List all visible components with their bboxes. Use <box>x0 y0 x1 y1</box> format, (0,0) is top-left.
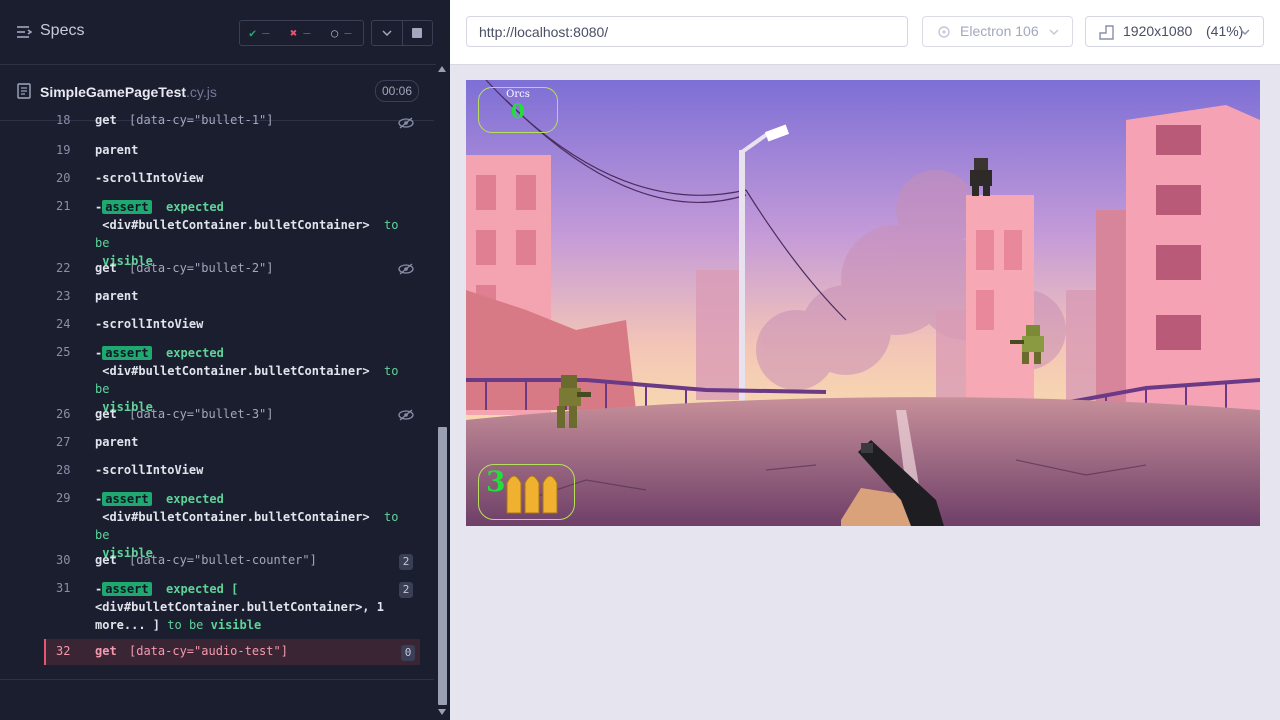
check-icon: ✔ <box>249 26 257 40</box>
chevron-down-icon <box>382 30 392 36</box>
chevron-down-icon <box>1240 29 1250 35</box>
assert-badge: assert <box>102 582 152 596</box>
pending-stat: ○ — <box>331 26 352 40</box>
command-row[interactable]: 18 get [data-cy="bullet-1"] <box>0 113 420 133</box>
command-list: 18 get [data-cy="bullet-1"] 19 parent 20… <box>0 113 434 679</box>
scroll-up-arrow-icon[interactable] <box>438 66 446 72</box>
failed-stat: ✖ — <box>290 26 311 40</box>
assert-badge: assert <box>102 346 152 360</box>
assert-row[interactable]: 25 - assert expected <div#bulletContainer… <box>0 345 420 414</box>
cross-icon: ✖ <box>290 26 298 40</box>
eye-slash-icon <box>398 117 414 129</box>
passed-stat: ✔ — <box>249 26 270 40</box>
command-row[interactable]: 26 get [data-cy="bullet-3"] <box>0 407 420 427</box>
scroll-down-arrow-icon[interactable] <box>438 709 446 715</box>
divider <box>0 679 434 680</box>
command-row[interactable]: 22 get [data-cy="bullet-2"] <box>0 261 420 281</box>
chevron-down-icon <box>1049 29 1059 35</box>
center-building <box>966 195 1034 405</box>
command-row-active[interactable]: 32 get [data-cy="audio-test"] 0 <box>44 639 420 665</box>
command-row[interactable]: 20 -scrollIntoView <box>0 171 420 191</box>
specs-list-icon[interactable] <box>17 25 33 39</box>
command-row[interactable]: 27 parent <box>0 435 420 455</box>
command-row[interactable]: 24 -scrollIntoView <box>0 317 420 337</box>
command-row[interactable]: 28 -scrollIntoView <box>0 463 420 483</box>
count-badge: 0 <box>401 645 415 661</box>
stop-icon <box>412 28 423 38</box>
url-field[interactable]: http://localhost:8080/ <box>466 16 908 47</box>
spec-file-name[interactable]: SimpleGamePageTest.cy.js <box>40 84 217 100</box>
document-icon <box>17 83 31 99</box>
count-badge: 2 <box>399 554 413 570</box>
reporter-header: Specs ✔ — ✖ — ○ — <box>0 0 450 65</box>
ruler-icon <box>1099 25 1114 40</box>
ammo-count: 3 <box>486 465 506 498</box>
viewport-select[interactable]: 1920x1080 (41%) <box>1085 16 1264 47</box>
assert-row[interactable]: 21 - assert expected <div#bulletContainer… <box>0 199 420 268</box>
stop-button[interactable] <box>401 21 433 45</box>
count-badge: 2 <box>399 582 413 598</box>
browser-gear-icon <box>938 26 950 38</box>
browser-header: http://localhost:8080/ Electron 106 1920… <box>450 0 1280 65</box>
orcs-count: 0 <box>511 99 525 123</box>
pending-icon: ○ <box>331 26 339 40</box>
duration-badge: 00:06 <box>375 80 419 102</box>
orcs-counter: Orcs 0 <box>478 87 558 133</box>
ammo-counter: 3 <box>478 464 575 520</box>
bullets-icon <box>506 475 558 514</box>
command-row[interactable]: 30 get [data-cy="bullet-counter"] 2 <box>0 553 420 573</box>
browser-select[interactable]: Electron 106 <box>922 16 1073 47</box>
assert-badge: assert <box>102 200 152 214</box>
scrollbar-thumb[interactable] <box>438 427 447 705</box>
eye-slash-icon <box>398 263 414 275</box>
game-canvas[interactable]: Orcs 0 3 <box>466 80 1260 526</box>
assert-row[interactable]: 29 - assert expected <div#bulletContainer… <box>0 491 420 560</box>
command-log-panel: Specs ✔ — ✖ — ○ — SimpleGamePageTest.cy.js … <box>0 0 450 720</box>
command-row[interactable]: 23 parent <box>0 289 420 309</box>
assert-badge: assert <box>102 492 152 506</box>
game-scene <box>466 80 1260 526</box>
eye-slash-icon <box>398 409 414 421</box>
test-stats: ✔ — ✖ — ○ — <box>239 20 364 46</box>
expand-button[interactable] <box>372 21 402 45</box>
specs-title[interactable]: Specs <box>40 22 84 40</box>
assert-row[interactable]: 31 - assert expected [ <div#bulletContain… <box>0 581 420 635</box>
run-controls <box>371 20 433 46</box>
command-row[interactable]: 19 parent <box>0 143 420 163</box>
